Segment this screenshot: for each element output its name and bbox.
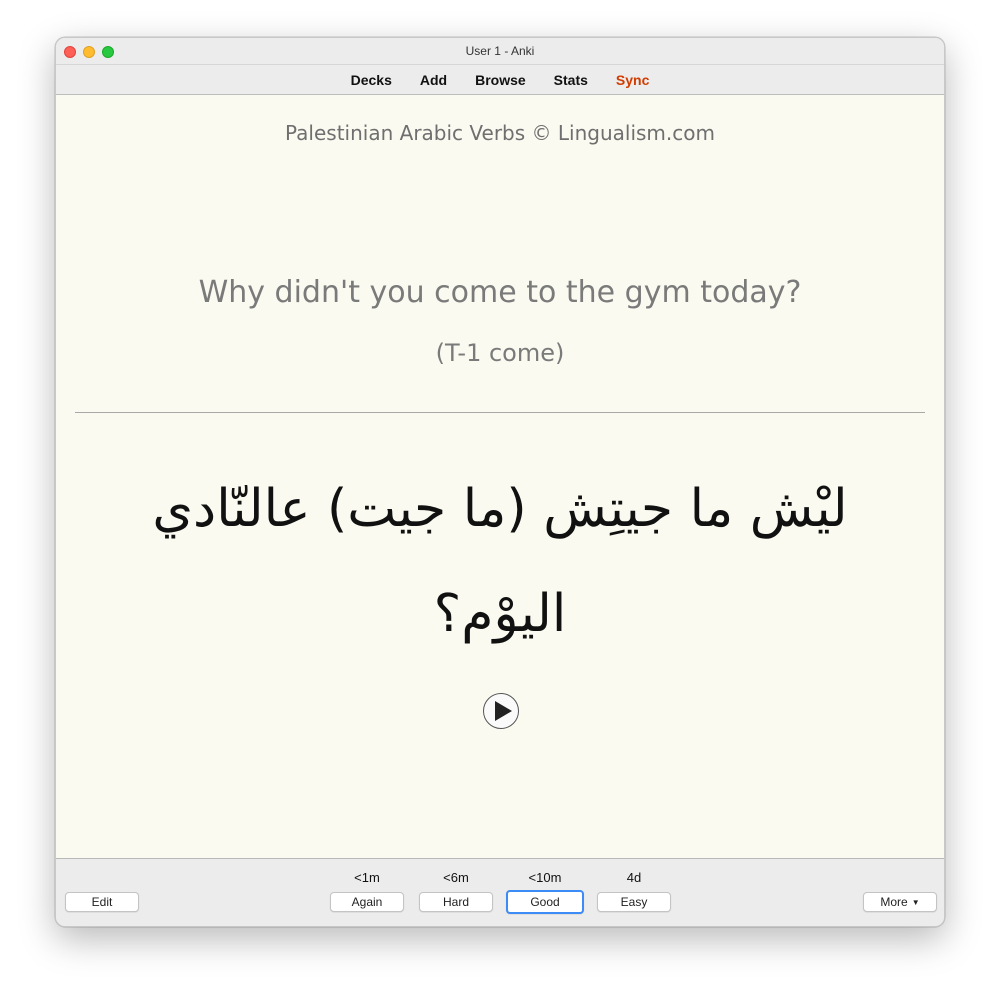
easy-interval: 4d	[626, 870, 642, 885]
bottom-bar: Edit <1m <6m <10m 4d Again Hard Good Eas…	[56, 858, 944, 926]
play-icon	[495, 701, 512, 721]
card-hint: (T-1 come)	[435, 339, 565, 367]
main-toolbar: Decks Add Browse Stats Sync	[56, 65, 944, 95]
sync-link[interactable]: Sync	[616, 72, 649, 88]
again-button[interactable]: Again	[330, 892, 404, 912]
hard-button[interactable]: Hard	[419, 892, 493, 912]
again-interval: <1m	[354, 870, 380, 885]
deck-credit: Palestinian Arabic Verbs © Lingualism.co…	[285, 121, 715, 145]
more-label: More	[880, 895, 908, 909]
easy-button[interactable]: Easy	[597, 892, 671, 912]
play-audio-button[interactable]	[483, 693, 519, 729]
good-button[interactable]: Good	[506, 890, 584, 914]
answer-divider	[75, 412, 925, 413]
title-bar[interactable]: User 1 - Anki	[56, 38, 944, 65]
add-link[interactable]: Add	[420, 72, 447, 88]
more-button[interactable]: More ▼	[863, 892, 937, 912]
good-interval: <10m	[528, 870, 562, 885]
window-title: User 1 - Anki	[465, 44, 535, 58]
decks-link[interactable]: Decks	[351, 72, 392, 88]
review-card: Palestinian Arabic Verbs © Lingualism.co…	[56, 95, 944, 858]
edit-button[interactable]: Edit	[65, 892, 139, 912]
browse-link[interactable]: Browse	[475, 72, 526, 88]
hard-interval: <6m	[443, 870, 469, 885]
anki-window: User 1 - Anki Decks Add Browse Stats Syn…	[55, 37, 945, 927]
caret-down-icon: ▼	[911, 897, 920, 907]
card-question: Why didn't you come to the gym today?	[198, 275, 802, 310]
card-answer: ليْش ما جيتِش (ما جيت) عالنّادي اليوْم؟	[152, 479, 848, 644]
stats-link[interactable]: Stats	[554, 72, 588, 88]
